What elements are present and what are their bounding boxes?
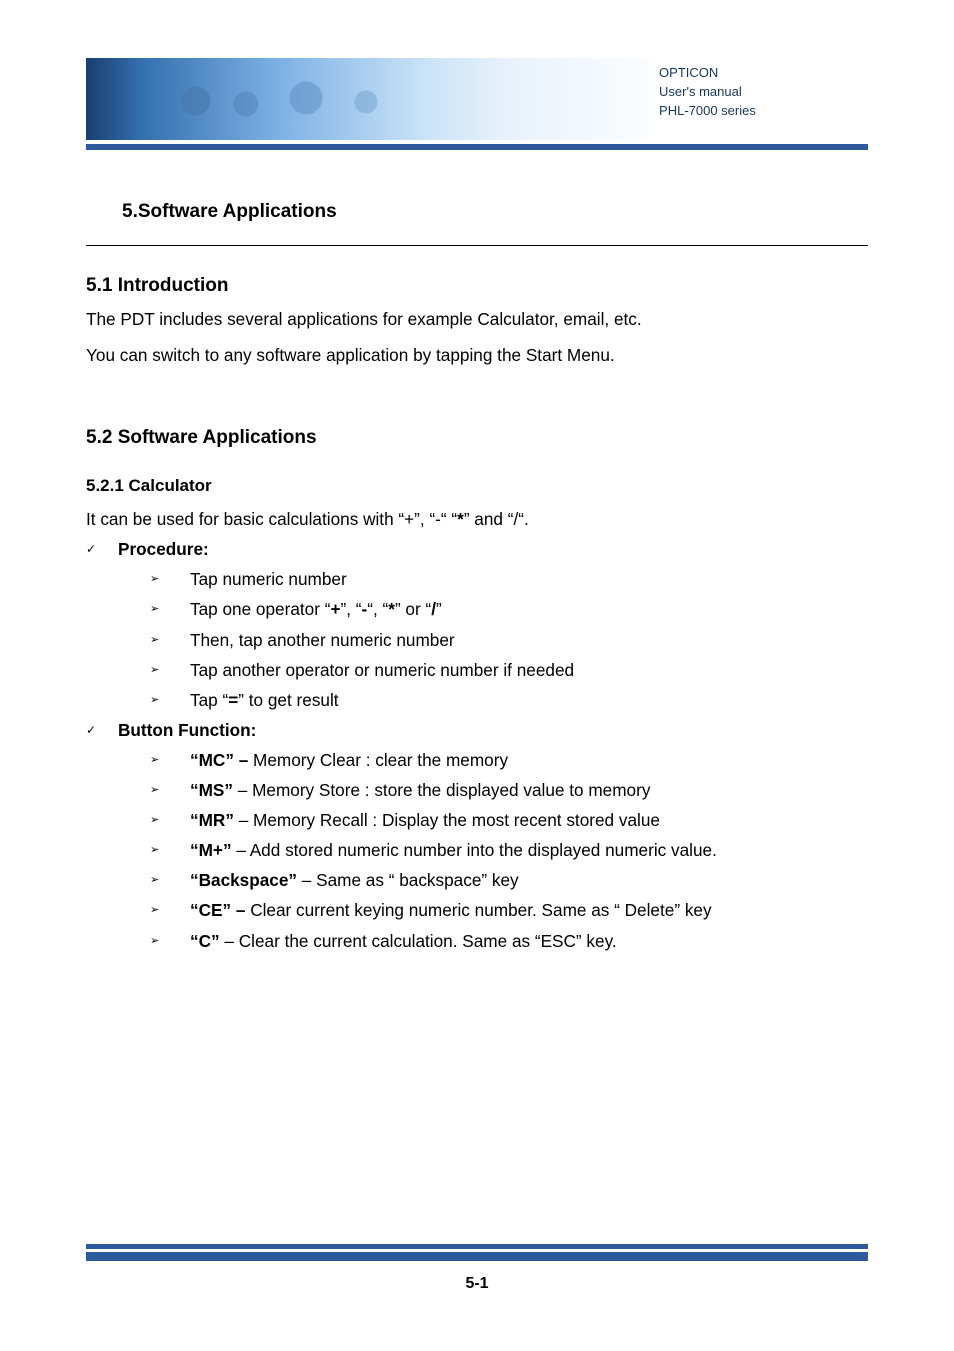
step-2-text: Tap one operator “+”, “-“, “*” or “/”: [190, 594, 442, 624]
calc-desc-a: It can be used for basic calculations wi…: [86, 509, 457, 529]
buttonfn-label-item: Button Function: “MC” – Memory Clear : c…: [86, 715, 868, 956]
step-1-text: Tap numeric number: [190, 564, 347, 594]
page-number: 5-1: [0, 1275, 954, 1293]
step-4-text: Tap another operator or numeric number i…: [190, 655, 574, 685]
calc-desc: It can be used for basic calculations wi…: [86, 504, 868, 534]
procedure-steps: Tap numeric number Tap one operator “+”,…: [150, 564, 868, 714]
calc-desc-b: ” and “/“.: [464, 509, 529, 529]
btn-mplus: “M+” – Add stored numeric number into th…: [150, 835, 868, 865]
procedure-label: Procedure:: [118, 534, 868, 564]
step-1: Tap numeric number: [150, 564, 868, 594]
footer-bar-bottom: [86, 1252, 868, 1261]
footer-bars: [86, 1244, 868, 1261]
banner-graphic: [86, 58, 649, 140]
procedure-label-item: Procedure: Tap numeric number Tap one op…: [86, 534, 868, 715]
btn-mc: “MC” – Memory Clear : clear the memory: [150, 745, 868, 775]
calc-desc-star: *: [457, 509, 464, 529]
step-3: Then, tap another numeric number: [150, 625, 868, 655]
footer-bar-top: [86, 1244, 868, 1249]
step-5-text: Tap “=” to get result: [190, 685, 339, 715]
intro-p1: The PDT includes several applications fo…: [86, 304, 868, 334]
btn-mr: “MR” – Memory Recall : Display the most …: [150, 805, 868, 835]
btn-ce: “CE” – Clear current keying numeric numb…: [150, 895, 868, 925]
banner-line-3: PHL-7000 series: [659, 102, 868, 121]
banner-text-block: OPTICON User's manual PHL-7000 series: [649, 58, 868, 140]
banner-underline: [86, 144, 868, 150]
banner-line-1: OPTICON: [659, 64, 868, 83]
intro-heading: 5.1 Introduction: [86, 272, 868, 301]
step-4: Tap another operator or numeric number i…: [150, 655, 868, 685]
section-title: 5.Software Applications: [86, 198, 868, 227]
step-2: Tap one operator “+”, “-“, “*” or “/”: [150, 594, 868, 624]
step-3-text: Then, tap another numeric number: [190, 625, 455, 655]
apps-heading: 5.2 Software Applications: [86, 424, 868, 453]
procedure-block: Procedure: Tap numeric number Tap one op…: [86, 534, 868, 955]
page-content: 5.Software Applications 5.1 Introduction…: [86, 198, 868, 956]
intro-p2: You can switch to any software applicati…: [86, 340, 868, 370]
banner-line-2: User's manual: [659, 83, 868, 102]
step-5: Tap “=” to get result: [150, 685, 868, 715]
calc-heading: 5.2.1 Calculator: [86, 473, 868, 499]
buttonfn-list: “MC” – Memory Clear : clear the memory “…: [150, 745, 868, 956]
btn-backspace: “Backspace” – Same as “ backspace” key: [150, 865, 868, 895]
btn-ms: “MS” – Memory Store : store the displaye…: [150, 775, 868, 805]
header-banner: OPTICON User's manual PHL-7000 series: [86, 58, 868, 140]
btn-c: “C” – Clear the current calculation. Sam…: [150, 926, 868, 956]
buttonfn-label: Button Function:: [118, 715, 868, 745]
section-rule: [86, 245, 868, 246]
